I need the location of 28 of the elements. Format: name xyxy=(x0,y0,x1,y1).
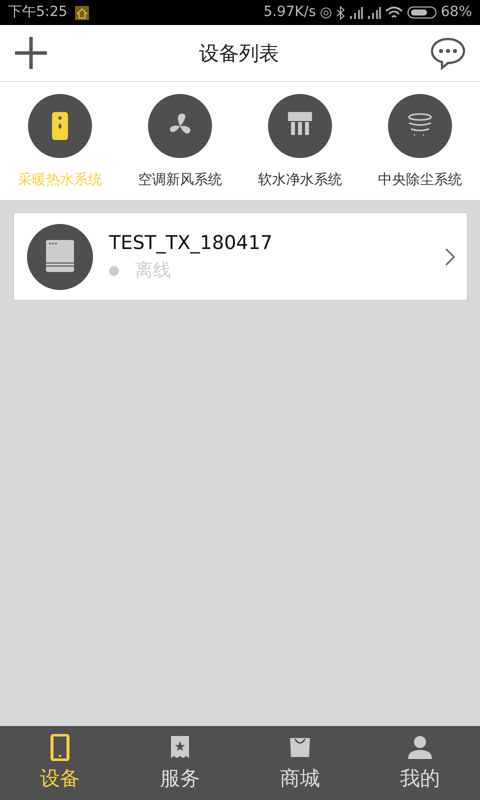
bluetooth-icon xyxy=(336,6,345,20)
clock-time: 下午5:25 xyxy=(8,3,68,22)
battery-percentage: 68% xyxy=(440,3,472,22)
page-title: 设备列表 xyxy=(199,40,279,67)
battery-icon xyxy=(406,6,437,19)
filter-icon xyxy=(268,94,332,158)
category-button[interactable]: 空调新风系统 xyxy=(120,82,240,200)
person-icon xyxy=(407,734,433,761)
hotspot-icon xyxy=(320,6,332,18)
nav-tab[interactable]: 商城 xyxy=(240,726,360,800)
chevron-right-icon xyxy=(445,248,455,266)
device-icon xyxy=(27,224,93,290)
wifi-icon xyxy=(384,6,403,19)
dust-icon xyxy=(388,94,452,158)
fan-icon xyxy=(148,94,212,158)
nav-tab[interactable]: 服务 xyxy=(120,726,240,800)
device-name: TEST_TX_180417 xyxy=(109,230,274,256)
category-button[interactable]: 中央除尘系统 xyxy=(360,82,480,200)
signal-icon xyxy=(366,6,381,18)
nav-tab[interactable]: 我的 xyxy=(360,726,480,800)
heater-icon xyxy=(28,94,92,158)
network-speed: 5.97K/s xyxy=(264,3,316,22)
signal-icon xyxy=(348,6,363,18)
message-button[interactable] xyxy=(430,36,466,70)
home-notification-icon xyxy=(75,6,90,20)
nav-tab[interactable]: 设备 xyxy=(0,726,120,800)
add-button[interactable] xyxy=(14,36,48,70)
category-button[interactable]: 软水净水系统 xyxy=(240,82,360,200)
